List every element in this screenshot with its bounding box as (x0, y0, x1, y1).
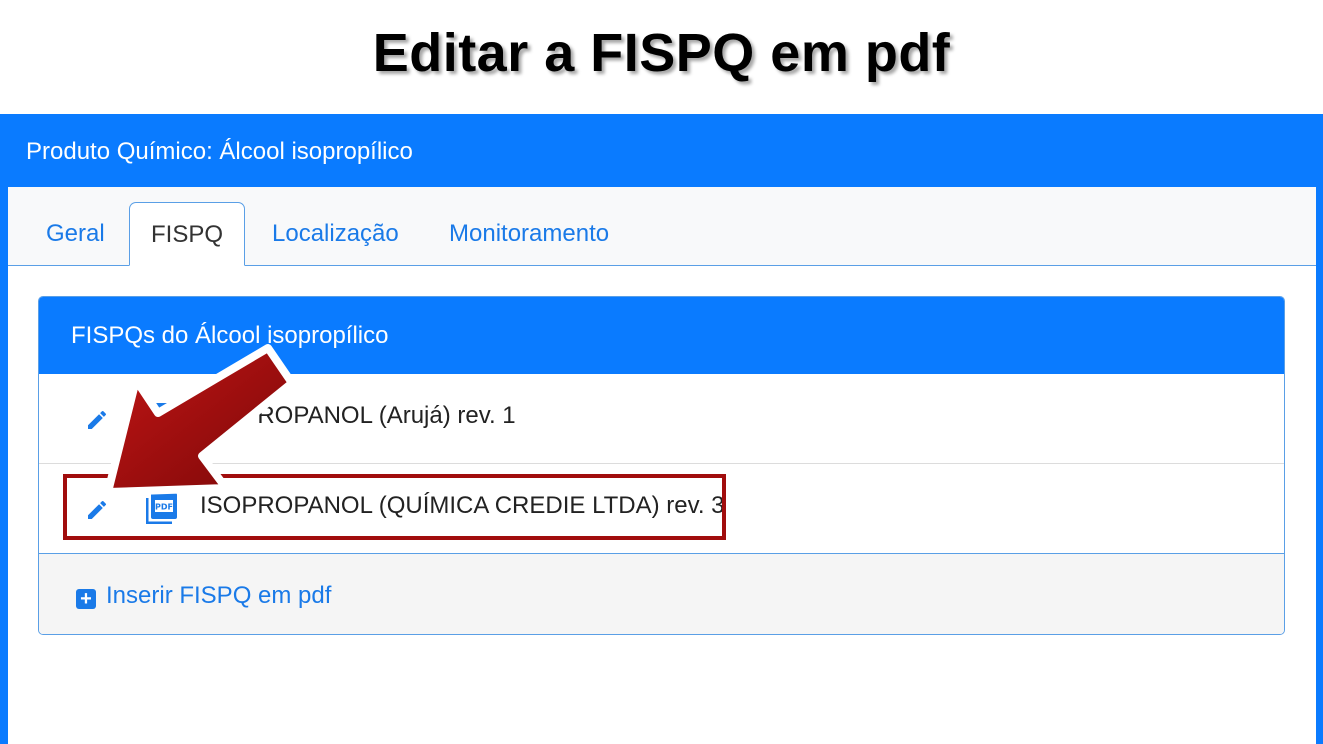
plus-square-icon: + (76, 589, 96, 609)
svg-text:PDF: PDF (155, 413, 173, 422)
tab-localizacao[interactable]: Localização (272, 202, 399, 265)
highlight-box (63, 474, 726, 540)
panel-title: FISPQs do Álcool isopropílico (39, 297, 1284, 374)
fispq-panel: FISPQs do Álcool isopropílico PDF ISOPRO (38, 296, 1285, 635)
pdf-file-icon[interactable]: PDF (145, 402, 178, 435)
add-fispq-link[interactable]: + Inserir FISPQ em pdf (76, 582, 331, 610)
slide-title: Editar a FISPQ em pdf (372, 23, 951, 83)
add-fispq-label: Inserir FISPQ em pdf (106, 582, 332, 609)
tab-geral[interactable]: Geral (46, 202, 105, 265)
fispq-row: PDF ISOPROPANOL (Arujá) rev. 1 (39, 374, 1284, 464)
tab-bar: Geral FISPQ Localização Monitoramento (8, 187, 1316, 266)
pencil-icon[interactable] (85, 408, 109, 432)
panel-footer: + Inserir FISPQ em pdf (39, 554, 1284, 634)
app-window: Produto Químico: Álcool isopropílico Ger… (0, 114, 1323, 744)
product-header: Produto Químico: Álcool isopropílico (26, 138, 413, 165)
fispq-name[interactable]: ISOPROPANOL (Arujá) rev. 1 (200, 402, 516, 430)
tab-fispq[interactable]: FISPQ (129, 202, 245, 266)
tab-monitoramento[interactable]: Monitoramento (449, 202, 609, 265)
content-area: Geral FISPQ Localização Monitoramento FI… (8, 187, 1316, 744)
